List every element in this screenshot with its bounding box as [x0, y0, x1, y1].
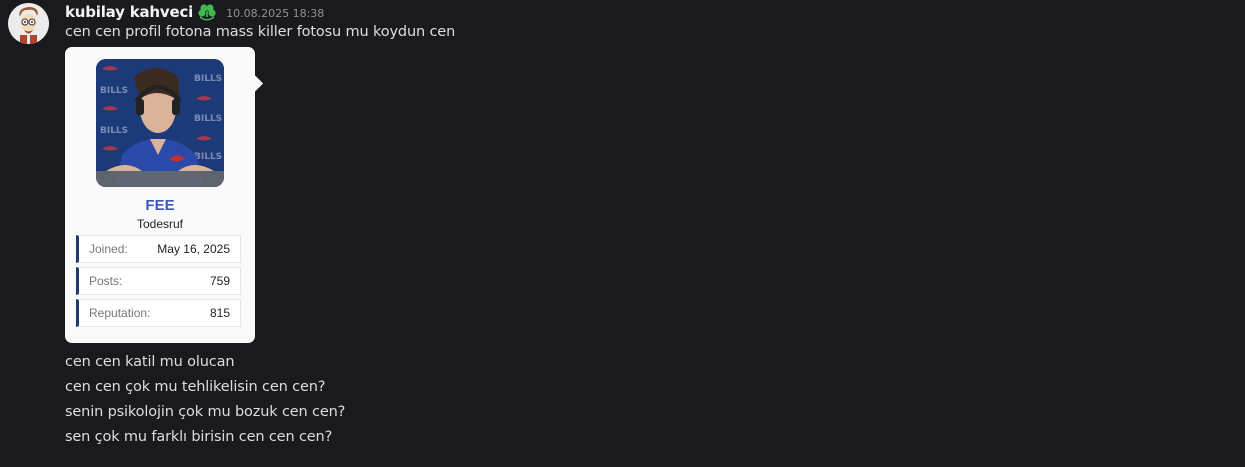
photo-backdrop-text: BILLS: [194, 114, 222, 124]
message-text-line: cen cen katil mu olucan: [65, 354, 235, 370]
photo-backdrop-text: BILLS: [194, 74, 222, 84]
message-text-line: cen cen çok mu tehlikelisin cen cen?: [65, 379, 326, 395]
message-header: kubilay kahveci 10.08.2025 18:38: [65, 2, 324, 22]
profile-photo-image: BILLS BILLS BILLS BILLS BILLS: [96, 59, 224, 187]
clover-role-icon[interactable]: [197, 3, 217, 21]
stat-row-posts: Posts: 759: [76, 267, 241, 295]
message-text-line: cen cen profil fotona mass killer fotosu…: [65, 24, 456, 40]
stat-row-joined: Joined: May 16, 2025: [76, 235, 241, 263]
photo-backdrop-text: BILLS: [100, 126, 128, 136]
username[interactable]: kubilay kahveci: [65, 3, 193, 21]
stat-value: May 16, 2025: [157, 242, 230, 256]
photo-backdrop-text: BILLS: [194, 152, 222, 162]
message-text-line: senin psikolojin çok mu bozuk cen cen?: [65, 404, 346, 420]
profile-name[interactable]: FEE: [65, 197, 255, 214]
stat-label: Reputation:: [89, 306, 151, 320]
user-avatar[interactable]: [8, 3, 49, 44]
message-timestamp[interactable]: 10.08.2025 18:38: [226, 7, 324, 20]
cartoon-avatar-icon: [8, 3, 49, 44]
stat-label: Posts:: [89, 274, 123, 288]
profile-card-embed[interactable]: BILLS BILLS BILLS BILLS BILLS FEE Todesr…: [65, 47, 255, 343]
photo-backdrop-text: BILLS: [100, 86, 128, 96]
profile-photo[interactable]: BILLS BILLS BILLS BILLS BILLS: [96, 59, 224, 187]
stat-row-reputation: Reputation: 815: [76, 299, 241, 327]
stat-label: Joined:: [89, 242, 128, 256]
message-text-line: sen çok mu farklı birisin cen cen cen?: [65, 429, 333, 445]
profile-subtitle: Todesruf: [136, 217, 184, 231]
stat-value: 815: [209, 306, 230, 320]
stat-value: 759: [209, 274, 230, 288]
chat-message: kubilay kahveci 10.08.2025 18:38 cen cen…: [0, 0, 1245, 467]
